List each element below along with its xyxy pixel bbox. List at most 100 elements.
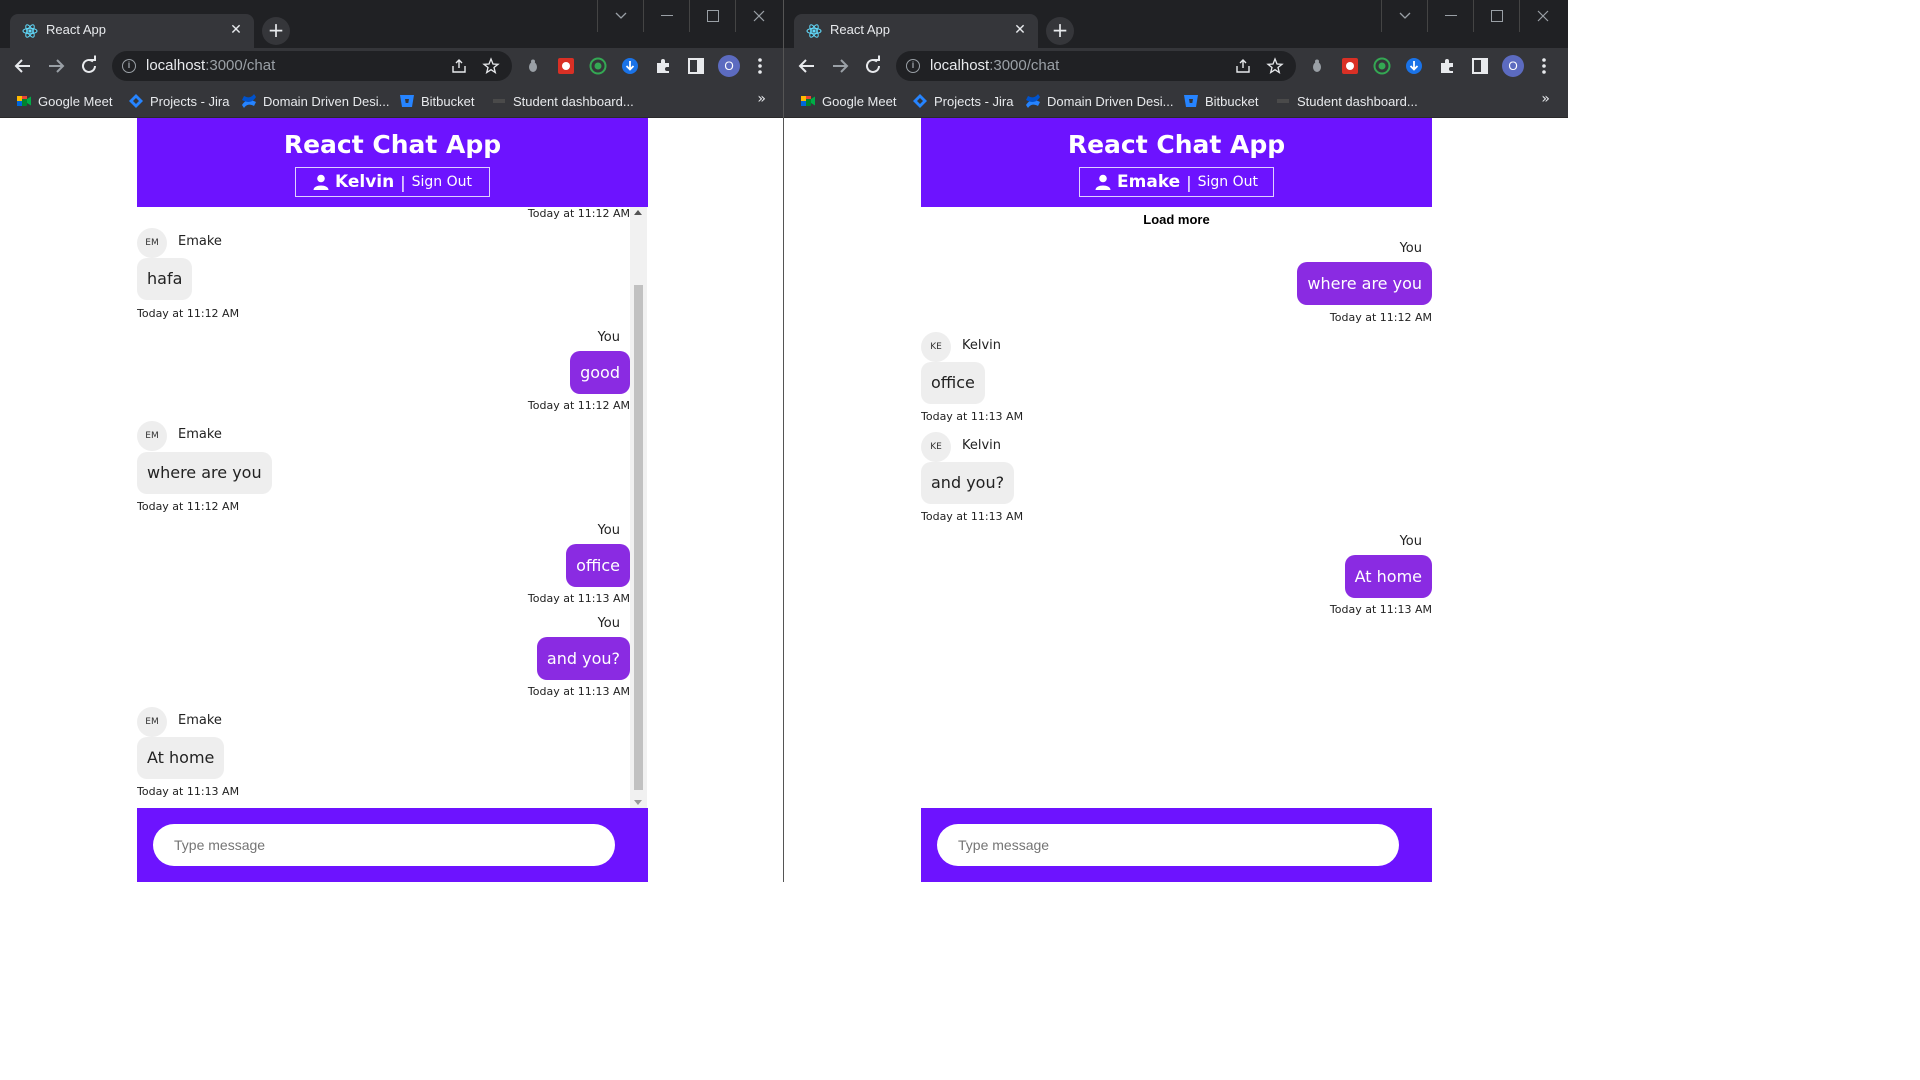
message-bubble: and you? [921,462,1015,504]
message-timestamp: Today at 11:13 AM [921,410,1024,423]
bookmark-google-meet[interactable]: Google Meet [16,92,112,110]
sign-out-button[interactable]: Sign Out [1198,174,1258,190]
extension-bug-icon[interactable] [1308,57,1326,75]
reload-icon[interactable] [77,54,101,78]
maximize-icon[interactable] [689,0,735,32]
profile-avatar[interactable]: O [1502,55,1524,77]
message-timestamp: Today at 11:12 AM [137,500,240,513]
bookmark-confluence[interactable]: Domain Driven Desi... [241,92,389,110]
chat-header: React Chat App Kelvin | Sign Out [137,118,648,207]
sender-name: Kelvin [962,338,1002,353]
extension-download-icon[interactable] [621,57,639,75]
bookmarks-bar: Google Meet Projects - Jira Domain Drive… [0,84,783,118]
close-tab-icon[interactable]: ✕ [1010,20,1030,40]
bookmark-confluence[interactable]: Domain Driven Desi... [1025,92,1173,110]
browser-tab[interactable]: React App ✕ [794,14,1038,48]
chat-app: React Chat App Kelvin | Sign Out Today a… [137,118,648,882]
message-bubble: where are you [1297,262,1432,305]
tab-title: React App [830,22,890,37]
message-timestamp: Today at 11:12 AM [1329,311,1432,324]
jira-icon [129,94,143,108]
bookmark-student-dashboard[interactable]: Student dashboard... [491,92,634,110]
new-tab-button[interactable]: + [1046,17,1074,45]
scroll-up-arrow-icon[interactable] [634,210,642,215]
share-icon[interactable] [450,57,468,75]
menu-kebab-icon[interactable] [1536,56,1552,76]
star-icon[interactable] [1266,57,1284,75]
sender-name: Emake [178,713,222,728]
bookmark-google-meet[interactable]: Google Meet [800,92,896,110]
message-timestamp: Today at 11:13 AM [527,592,630,605]
sender-you: You [1399,534,1422,549]
site-info-icon[interactable]: i [906,59,920,73]
address-bar[interactable]: i localhost:3000/chat [896,51,1296,81]
site-info-icon[interactable]: i [122,59,136,73]
message-bubble: hafa [137,258,193,300]
avatar: EM [137,707,167,737]
message-bubble: office [921,362,985,404]
load-more-button[interactable]: Load more [921,212,1432,227]
message-input[interactable] [153,824,615,866]
extension-green-icon[interactable] [589,57,607,75]
message-timestamp: Today at 11:13 AM [921,510,1024,523]
menu-kebab-icon[interactable] [752,56,768,76]
sender-you: You [1399,241,1422,256]
sender-name: Emake [178,234,222,249]
extensions-puzzle-icon[interactable] [1438,57,1456,75]
minimize-icon[interactable] [1427,0,1473,32]
back-icon[interactable] [11,54,35,78]
confluence-icon [1026,94,1040,108]
close-window-icon[interactable] [735,0,781,32]
side-panel-icon[interactable] [1471,57,1489,75]
bookmark-bitbucket[interactable]: Bitbucket [1183,92,1258,110]
scrollbar[interactable] [630,207,647,808]
close-window-icon[interactable] [1519,0,1565,32]
react-icon [22,24,38,38]
chat-footer [137,808,648,882]
reload-icon[interactable] [861,54,885,78]
tab-search-icon[interactable] [1381,0,1427,32]
message-list[interactable]: Today at 11:12 AM EM Emake hafa Today at… [137,207,648,808]
star-icon[interactable] [482,57,500,75]
url-text: localhost:3000/chat [930,57,1060,74]
bookmark-student-dashboard[interactable]: Student dashboard... [1275,92,1418,110]
message-timestamp: Today at 11:12 AM [137,307,240,320]
browser-toolbar: i localhost:3000/chat O [0,48,783,84]
extension-red-icon[interactable] [557,57,575,75]
bookmark-jira[interactable]: Projects - Jira [912,92,1013,110]
bookmark-bitbucket[interactable]: Bitbucket [399,92,474,110]
extension-red-icon[interactable] [1341,57,1359,75]
back-icon[interactable] [795,54,819,78]
address-bar[interactable]: i localhost:3000/chat [112,51,512,81]
forward-icon[interactable] [44,54,68,78]
scroll-down-arrow-icon[interactable] [634,800,642,805]
scrollbar-thumb[interactable] [634,285,643,790]
minimize-icon[interactable] [643,0,689,32]
new-tab-button[interactable]: + [262,17,290,45]
forward-icon[interactable] [828,54,852,78]
sign-out-button[interactable]: Sign Out [412,174,472,190]
avatar: KE [921,332,951,362]
tab-search-icon[interactable] [597,0,643,32]
google-meet-icon [17,96,31,106]
share-icon[interactable] [1234,57,1252,75]
react-icon [806,24,822,38]
bookmark-jira[interactable]: Projects - Jira [128,92,229,110]
extension-green-icon[interactable] [1373,57,1391,75]
extension-download-icon[interactable] [1405,57,1423,75]
chat-footer [921,808,1432,882]
bookmarks-more-icon[interactable]: » [1541,91,1550,107]
extension-bug-icon[interactable] [524,57,542,75]
message-list[interactable]: Load more You where are you Today at 11:… [921,207,1432,808]
extensions-puzzle-icon[interactable] [654,57,672,75]
bookmarks-more-icon[interactable]: » [757,91,766,107]
maximize-icon[interactable] [1473,0,1519,32]
user-box: Emake | Sign Out [1079,167,1274,197]
profile-avatar[interactable]: O [718,55,740,77]
browser-tab[interactable]: React App ✕ [10,14,254,48]
chat-header: React Chat App Emake | Sign Out [921,118,1432,207]
side-panel-icon[interactable] [687,57,705,75]
message-input[interactable] [937,824,1399,866]
close-tab-icon[interactable]: ✕ [226,20,246,40]
avatar: EM [137,228,167,258]
